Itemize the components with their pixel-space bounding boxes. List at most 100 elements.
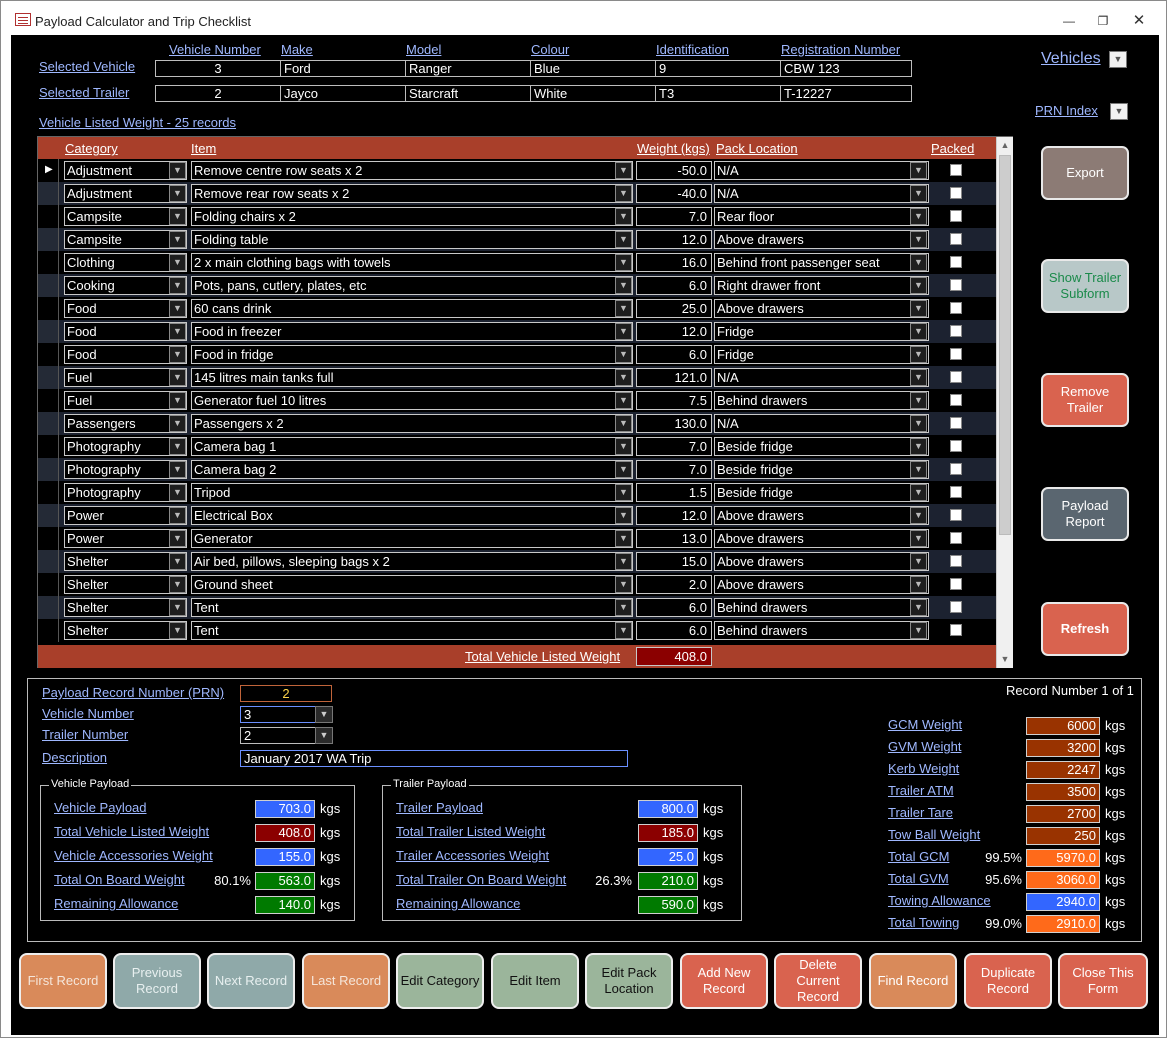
- vehicle-number-dropdown-icon[interactable]: ▼: [315, 706, 333, 723]
- record-selector[interactable]: [38, 205, 59, 228]
- weight-cell[interactable]: 7.0: [636, 460, 712, 479]
- pack-location-cell[interactable]: N/A: [714, 184, 929, 203]
- add-new-record-button[interactable]: Add New Record: [680, 953, 768, 1009]
- chevron-down-icon[interactable]: ▼: [615, 254, 632, 271]
- chevron-down-icon[interactable]: ▼: [169, 415, 186, 432]
- packed-checkbox[interactable]: [950, 233, 962, 245]
- first-record-button[interactable]: First Record: [19, 953, 107, 1009]
- packed-checkbox[interactable]: [950, 463, 962, 475]
- packed-checkbox[interactable]: [950, 302, 962, 314]
- weight-cell[interactable]: 13.0: [636, 529, 712, 548]
- chevron-down-icon[interactable]: ▼: [169, 576, 186, 593]
- previous-record-button[interactable]: Previous Record: [113, 953, 201, 1009]
- table-row[interactable]: Adjustment ▼ Remove rear row seats x 2 ▼ -40…: [38, 182, 996, 205]
- pack-location-cell[interactable]: Right drawer front: [714, 276, 929, 295]
- chevron-down-icon[interactable]: ▼: [169, 185, 186, 202]
- chevron-down-icon[interactable]: ▼: [169, 323, 186, 340]
- record-selector[interactable]: [38, 435, 59, 458]
- chevron-down-icon[interactable]: ▼: [615, 530, 632, 547]
- table-row[interactable]: Shelter ▼ Air bed, pillows, sleeping bags …: [38, 550, 996, 573]
- table-row[interactable]: Fuel ▼ 145 litres main tanks full ▼ 121.0 N/A…: [38, 366, 996, 389]
- table-row[interactable]: Photography ▼ Camera bag 2 ▼ 7.0 Beside fridg…: [38, 458, 996, 481]
- trailer-listed-weight-label[interactable]: Total Trailer Listed Weight: [396, 824, 545, 839]
- chevron-down-icon[interactable]: ▼: [910, 277, 927, 294]
- item-cell[interactable]: Camera bag 1: [191, 437, 633, 456]
- vehicles-dropdown-icon[interactable]: ▼: [1109, 51, 1127, 68]
- chevron-down-icon[interactable]: ▼: [169, 599, 186, 616]
- prn-index-link[interactable]: PRN Index: [1035, 103, 1098, 118]
- trailer-remaining-label[interactable]: Remaining Allowance: [396, 896, 520, 911]
- item-cell[interactable]: Passengers x 2: [191, 414, 633, 433]
- record-selector[interactable]: [38, 297, 59, 320]
- chevron-down-icon[interactable]: ▼: [615, 553, 632, 570]
- chevron-down-icon[interactable]: ▼: [910, 162, 927, 179]
- trailer-number-combo[interactable]: 2: [240, 727, 316, 744]
- chevron-down-icon[interactable]: ▼: [169, 530, 186, 547]
- restore-icon[interactable]: ❐: [1091, 11, 1115, 31]
- prn-field[interactable]: 2: [240, 685, 332, 702]
- item-cell[interactable]: Tent: [191, 598, 633, 617]
- packed-checkbox[interactable]: [950, 325, 962, 337]
- table-row[interactable]: Campsite ▼ Folding chairs x 2 ▼ 7.0 Rear floo…: [38, 205, 996, 228]
- packed-checkbox[interactable]: [950, 417, 962, 429]
- item-cell[interactable]: 2 x main clothing bags with towels: [191, 253, 633, 272]
- chevron-down-icon[interactable]: ▼: [910, 415, 927, 432]
- col-make[interactable]: Make: [281, 42, 313, 57]
- remove-trailer-button[interactable]: Remove Trailer: [1041, 373, 1129, 427]
- item-cell[interactable]: Remove rear row seats x 2: [191, 184, 633, 203]
- chevron-down-icon[interactable]: ▼: [910, 254, 927, 271]
- pack-location-cell[interactable]: N/A: [714, 368, 929, 387]
- record-selector[interactable]: [38, 619, 59, 642]
- weight-cell[interactable]: 6.0: [636, 345, 712, 364]
- chevron-down-icon[interactable]: ▼: [169, 208, 186, 225]
- chevron-down-icon[interactable]: ▼: [910, 576, 927, 593]
- weight-cell[interactable]: 7.5: [636, 391, 712, 410]
- record-selector[interactable]: [38, 412, 59, 435]
- packed-checkbox[interactable]: [950, 532, 962, 544]
- trailer-payload-label[interactable]: Trailer Payload: [396, 800, 483, 815]
- trailer-number-dropdown-icon[interactable]: ▼: [315, 727, 333, 744]
- chevron-down-icon[interactable]: ▼: [169, 346, 186, 363]
- chevron-down-icon[interactable]: ▼: [910, 553, 927, 570]
- table-row[interactable]: Passengers ▼ Passengers x 2 ▼ 130.0 N/A ▼: [38, 412, 996, 435]
- packed-checkbox[interactable]: [950, 440, 962, 452]
- chevron-down-icon[interactable]: ▼: [910, 599, 927, 616]
- chevron-down-icon[interactable]: ▼: [615, 507, 632, 524]
- item-cell[interactable]: Food in fridge: [191, 345, 633, 364]
- weight-cell[interactable]: 2.0: [636, 575, 712, 594]
- packed-checkbox[interactable]: [950, 279, 962, 291]
- total-gvm-label[interactable]: Total GVM: [888, 871, 949, 886]
- pack-location-cell[interactable]: Above drawers: [714, 299, 929, 318]
- chevron-down-icon[interactable]: ▼: [615, 461, 632, 478]
- packed-checkbox[interactable]: [950, 509, 962, 521]
- chevron-down-icon[interactable]: ▼: [910, 346, 927, 363]
- weight-cell[interactable]: -40.0: [636, 184, 712, 203]
- chevron-down-icon[interactable]: ▼: [169, 369, 186, 386]
- table-row[interactable]: Power ▼ Electrical Box ▼ 12.0 Above drawers ▼: [38, 504, 996, 527]
- record-selector[interactable]: [38, 366, 59, 389]
- packed-checkbox[interactable]: [950, 210, 962, 222]
- chevron-down-icon[interactable]: ▼: [910, 530, 927, 547]
- record-selector[interactable]: [38, 504, 59, 527]
- pack-location-cell[interactable]: Beside fridge: [714, 437, 929, 456]
- vehicle-number-combo[interactable]: 3: [240, 706, 316, 723]
- trailer-number-label[interactable]: Trailer Number: [42, 727, 128, 742]
- chevron-down-icon[interactable]: ▼: [615, 162, 632, 179]
- item-cell[interactable]: Ground sheet: [191, 575, 633, 594]
- total-on-board-label[interactable]: Total On Board Weight: [54, 872, 185, 887]
- delete-record-button[interactable]: Delete Current Record: [774, 953, 862, 1009]
- chevron-down-icon[interactable]: ▼: [615, 185, 632, 202]
- chevron-down-icon[interactable]: ▼: [910, 622, 927, 639]
- show-trailer-subform-button[interactable]: Show Trailer Subform: [1041, 259, 1129, 313]
- packed-checkbox[interactable]: [950, 555, 962, 567]
- pack-location-cell[interactable]: Behind front passenger seat: [714, 253, 929, 272]
- record-selector[interactable]: ▶: [38, 159, 59, 182]
- listed-weight-link[interactable]: Vehicle Listed Weight - 25 records: [39, 115, 236, 130]
- remaining-allowance-label[interactable]: Remaining Allowance: [54, 896, 178, 911]
- gvm-label[interactable]: GVM Weight: [888, 739, 961, 754]
- chevron-down-icon[interactable]: ▼: [910, 484, 927, 501]
- close-form-button[interactable]: Close This Form: [1058, 953, 1148, 1009]
- weight-cell[interactable]: -50.0: [636, 161, 712, 180]
- tare-label[interactable]: Trailer Tare: [888, 805, 953, 820]
- record-selector[interactable]: [38, 389, 59, 412]
